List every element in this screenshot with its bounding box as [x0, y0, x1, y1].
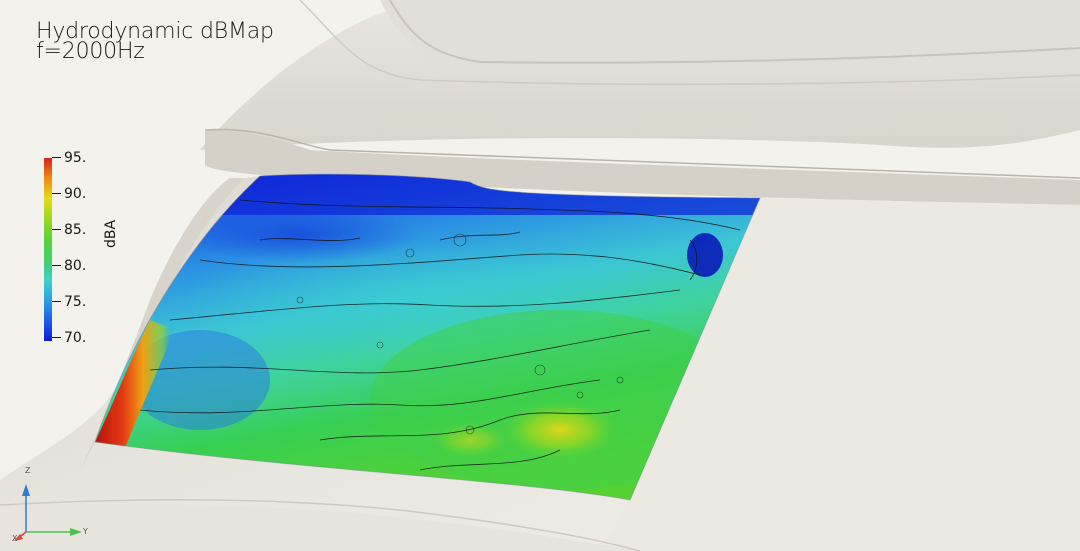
legend-tick: 70.	[52, 330, 86, 346]
color-legend: 95. 90. 85. 80. 75. 70. dBA	[40, 150, 150, 350]
orientation-axes: Z Y X	[12, 462, 102, 543]
plot-title: Hydrodynamic dBMap f=2000Hz	[36, 21, 274, 64]
z-axis-label: Z	[25, 466, 31, 475]
legend-tick: 85.	[52, 222, 86, 238]
legend-tick: 75.	[52, 294, 86, 310]
title-line-2: f=2000Hz	[36, 39, 145, 64]
x-axis-label: X	[12, 534, 18, 543]
legend-tick: 90.	[52, 186, 86, 202]
car-rear-window-render[interactable]	[0, 0, 1080, 551]
legend-tick: 80.	[52, 258, 86, 274]
colorbar	[44, 158, 52, 341]
legend-tick: 95.	[52, 150, 86, 166]
legend-title: dBA	[103, 219, 119, 248]
y-axis-label: Y	[83, 527, 88, 536]
